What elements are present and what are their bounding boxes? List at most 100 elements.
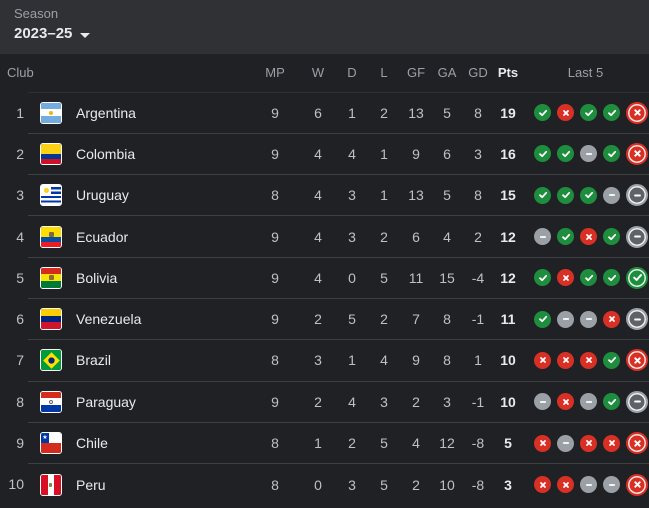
result-win-badge[interactable] — [557, 186, 574, 204]
club-cell[interactable]: ★ Chile — [28, 421, 250, 464]
close-icon — [632, 479, 643, 490]
club-cell[interactable]: Peru — [28, 463, 250, 505]
position: 6 — [16, 311, 24, 328]
table-row[interactable]: 3 Uruguay 8 4 3 1 13 5 8 15 — [0, 174, 649, 216]
result-win-badge[interactable] — [603, 104, 620, 122]
table-row[interactable]: 6 Venezuela 9 2 5 2 7 8 -1 11 — [0, 297, 649, 340]
club-name[interactable]: Bolivia — [76, 270, 117, 286]
result-loss-badge[interactable] — [580, 228, 597, 246]
table-row[interactable]: 9 ★ Chile 8 1 2 5 4 12 -8 5 — [0, 421, 649, 464]
result-draw-badge[interactable] — [580, 476, 597, 494]
result-draw-badge[interactable] — [580, 310, 597, 328]
club-cell[interactable]: Paraguay — [28, 380, 250, 423]
result-loss-badge[interactable] — [534, 476, 551, 494]
club-name[interactable]: Brazil — [76, 352, 111, 368]
result-draw-badge[interactable] — [626, 225, 648, 248]
club-name[interactable]: Argentina — [76, 105, 136, 121]
result-win-badge[interactable] — [603, 393, 620, 411]
result-win-badge[interactable] — [534, 186, 551, 204]
result-draw-badge[interactable] — [534, 228, 551, 246]
club-cell[interactable]: Ecuador — [28, 215, 250, 258]
result-win-badge[interactable] — [626, 266, 648, 289]
result-loss-badge[interactable] — [557, 476, 574, 494]
club-cell[interactable]: Bolivia — [28, 256, 250, 299]
result-loss-badge[interactable] — [557, 393, 574, 411]
column-header-gd[interactable]: GD — [462, 54, 494, 92]
column-header-pts[interactable]: Pts — [494, 54, 522, 92]
result-loss-badge[interactable] — [626, 101, 648, 124]
result-draw-badge[interactable] — [557, 434, 574, 452]
result-draw-badge[interactable] — [626, 390, 648, 413]
club-cell[interactable]: Colombia — [28, 132, 250, 175]
result-win-badge[interactable] — [534, 310, 551, 328]
result-loss-badge[interactable] — [603, 310, 620, 328]
minus-icon — [607, 190, 617, 200]
result-win-badge[interactable] — [557, 228, 574, 246]
result-win-badge[interactable] — [603, 145, 620, 163]
result-draw-badge[interactable] — [603, 476, 620, 494]
table-row[interactable]: 1 Argentina 9 6 1 2 13 5 8 19 — [0, 91, 649, 134]
result-win-badge[interactable] — [603, 351, 620, 369]
minus-icon — [632, 190, 643, 201]
club-name[interactable]: Chile — [76, 435, 108, 451]
column-header-ga[interactable]: GA — [432, 54, 462, 92]
column-header-d[interactable]: D — [336, 54, 368, 92]
table-row[interactable]: 2 Colombia 9 4 4 1 9 6 3 16 — [0, 132, 649, 175]
result-draw-badge[interactable] — [580, 145, 597, 163]
result-win-badge[interactable] — [580, 104, 597, 122]
result-loss-badge[interactable] — [557, 351, 574, 369]
result-win-badge[interactable] — [534, 269, 551, 287]
result-draw-badge[interactable] — [580, 393, 597, 411]
result-win-badge[interactable] — [603, 228, 620, 246]
result-win-badge[interactable] — [534, 104, 551, 122]
result-draw-badge[interactable] — [557, 310, 574, 328]
result-loss-badge[interactable] — [557, 269, 574, 287]
result-win-badge[interactable] — [580, 186, 597, 204]
club-cell[interactable]: Uruguay — [28, 174, 250, 216]
check-icon — [584, 108, 594, 118]
column-header-mp[interactable]: MP — [250, 54, 300, 92]
stat-pts: 5 — [494, 421, 522, 464]
club-name[interactable]: Venezuela — [76, 311, 141, 327]
result-win-badge[interactable] — [603, 269, 620, 287]
table-row[interactable]: 10 Peru 8 0 3 5 2 10 -8 3 — [0, 463, 649, 505]
club-name[interactable]: Colombia — [76, 146, 135, 162]
club-name[interactable]: Paraguay — [76, 394, 136, 410]
table-row[interactable]: 8 Paraguay 9 2 4 3 2 3 -1 10 — [0, 380, 649, 423]
club-cell[interactable]: Venezuela — [28, 297, 250, 340]
close-icon — [561, 273, 571, 283]
result-loss-badge[interactable] — [534, 434, 551, 452]
check-icon — [584, 273, 594, 283]
column-header-club[interactable]: Club — [0, 54, 250, 92]
club-name[interactable]: Uruguay — [76, 187, 129, 203]
result-loss-badge[interactable] — [580, 351, 597, 369]
club-name[interactable]: Peru — [76, 477, 106, 493]
result-draw-badge[interactable] — [603, 186, 620, 204]
result-win-badge[interactable] — [580, 269, 597, 287]
result-win-badge[interactable] — [534, 145, 551, 163]
result-loss-badge[interactable] — [557, 104, 574, 122]
result-loss-badge[interactable] — [534, 351, 551, 369]
table-row[interactable]: 5 Bolivia 9 4 0 5 11 15 -4 12 — [0, 256, 649, 299]
result-loss-badge[interactable] — [626, 349, 648, 372]
season-dropdown[interactable]: 2023–25 — [14, 24, 91, 44]
club-cell[interactable]: Argentina — [28, 91, 250, 134]
result-loss-badge[interactable] — [603, 434, 620, 452]
column-header-gf[interactable]: GF — [400, 54, 432, 92]
table-row[interactable]: 7 Brazil 8 3 1 4 9 8 1 10 — [0, 339, 649, 382]
club-cell[interactable]: Brazil — [28, 339, 250, 382]
result-loss-badge[interactable] — [626, 473, 648, 496]
result-draw-badge[interactable] — [626, 308, 648, 331]
result-loss-badge[interactable] — [626, 142, 648, 165]
minus-icon — [561, 314, 571, 324]
column-header-w[interactable]: W — [300, 54, 336, 92]
club-name[interactable]: Ecuador — [76, 229, 128, 245]
result-draw-badge[interactable] — [626, 184, 648, 207]
table-row[interactable]: 4 Ecuador 9 4 3 2 6 4 2 12 — [0, 215, 649, 258]
column-header-l[interactable]: L — [368, 54, 400, 92]
position: 9 — [16, 435, 24, 452]
result-loss-badge[interactable] — [580, 434, 597, 452]
result-loss-badge[interactable] — [626, 432, 648, 455]
result-draw-badge[interactable] — [534, 393, 551, 411]
result-win-badge[interactable] — [557, 145, 574, 163]
